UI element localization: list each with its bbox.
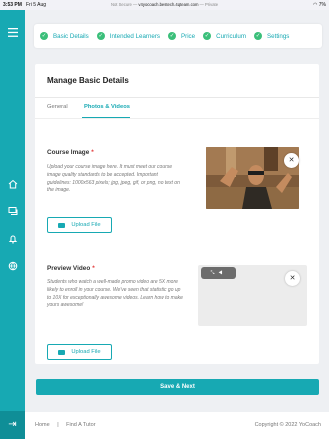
logout-icon: ⇥ — [8, 419, 17, 430]
progress-steps: ✓ Basic Details ✓ Intended Learners ✓ Pr… — [34, 24, 322, 48]
url-prefix: Not Secure — — [110, 2, 138, 7]
course-image-title: Course Image — [47, 149, 90, 156]
step-settings[interactable]: ✓ Settings — [254, 32, 289, 40]
bell-icon[interactable] — [6, 234, 19, 247]
wifi-icon: ◠ — [313, 2, 318, 8]
image-icon — [58, 222, 66, 228]
footer-separator: | — [57, 422, 59, 428]
fullscreen-icon: ⤡ — [210, 270, 219, 276]
check-icon: ✓ — [254, 32, 263, 40]
check-icon: ✓ — [203, 32, 212, 40]
footer-link-find-tutor[interactable]: Find A Tutor — [66, 422, 95, 428]
upload-label: Upload File — [71, 349, 101, 355]
manage-details-card: Manage Basic Details General Photos & Vi… — [35, 64, 319, 364]
divider — [35, 97, 319, 98]
save-next-button[interactable]: Save & Next — [36, 379, 319, 395]
tab-general[interactable]: General — [47, 104, 68, 110]
footer: Home | Find A Tutor Copyright © 2022 YoC… — [25, 412, 329, 439]
step-label: Basic Details — [53, 32, 89, 40]
preview-video-upload-button[interactable]: Upload File — [47, 344, 112, 360]
tab-photos-videos[interactable]: Photos & Videos — [84, 104, 130, 110]
video-controls[interactable]: ⤡◀ — [201, 267, 236, 279]
preview-video-description: Students who watch a well-made promo vid… — [47, 279, 183, 309]
required-mark: * — [91, 149, 94, 156]
card-title: Manage Basic Details — [47, 76, 129, 85]
url-host: v4yocoach.bestech.4qteam.com — [138, 2, 199, 7]
preview-video-title: Preview Video — [47, 265, 91, 272]
logout-button[interactable]: ⇥ — [0, 411, 25, 439]
url-suffix: — Private — [199, 2, 219, 7]
video-icon — [58, 349, 66, 355]
step-curriculum[interactable]: ✓ Curriculum — [203, 32, 246, 40]
address-bar[interactable]: Not Secure — v4yocoach.bestech.4qteam.co… — [0, 2, 329, 7]
battery-percent: 7% — [318, 2, 326, 8]
home-icon[interactable] — [6, 179, 19, 192]
step-label: Curriculum — [216, 32, 247, 40]
sidebar: ⇥ — [0, 10, 25, 439]
menu-icon[interactable] — [6, 28, 19, 41]
globe-icon[interactable] — [6, 261, 19, 274]
copyright: Copyright © 2022 YoCoach — [254, 422, 321, 428]
remove-image-button[interactable]: ✕ — [284, 153, 299, 168]
check-icon: ✓ — [168, 32, 176, 40]
step-label: Intended Learners — [109, 32, 160, 40]
course-image-upload-button[interactable]: Upload File — [47, 217, 112, 233]
required-mark: * — [92, 265, 95, 272]
messages-icon[interactable] — [6, 206, 19, 219]
close-icon: ✕ — [288, 157, 295, 164]
step-price[interactable]: ✓ Price — [168, 32, 195, 40]
check-icon: ✓ — [96, 32, 105, 40]
battery-indicator: ◠ 7% — [313, 2, 326, 8]
top-bar: ✓ Basic Details ✓ Intended Learners ✓ Pr… — [25, 10, 329, 62]
course-image-heading: Course Image * — [47, 149, 94, 156]
step-intended-learners[interactable]: ✓ Intended Learners — [96, 32, 160, 40]
volume-icon: ◀ — [218, 270, 227, 276]
close-icon: ✕ — [289, 275, 296, 282]
check-icon: ✓ — [40, 32, 48, 40]
status-bar: 3:53 PM Fri 5 Aug Not Secure — v4yocoach… — [0, 0, 329, 10]
upload-label: Upload File — [71, 222, 101, 228]
step-label: Price — [181, 32, 196, 40]
footer-link-home[interactable]: Home — [35, 422, 50, 428]
course-image-description: Upload your course image here. It must m… — [47, 164, 180, 194]
step-basic-details[interactable]: ✓ Basic Details — [40, 32, 89, 40]
divider — [35, 118, 319, 119]
remove-video-button[interactable]: ✕ — [285, 271, 300, 286]
footer-links: Home | Find A Tutor — [35, 422, 102, 428]
preview-video-heading: Preview Video * — [47, 265, 95, 272]
step-label: Settings — [267, 32, 290, 40]
